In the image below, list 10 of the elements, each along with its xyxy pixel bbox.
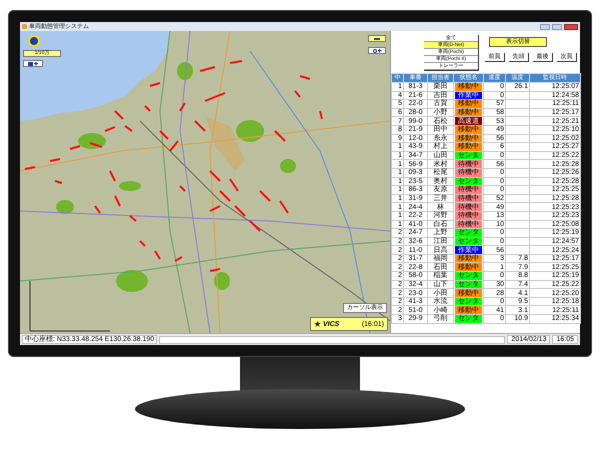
zoom-out-button[interactable] (368, 35, 386, 42)
zoom-in-button[interactable] (368, 47, 386, 54)
plus-icon (34, 62, 38, 66)
star-logo-icon (314, 320, 321, 328)
close-button[interactable] (564, 24, 578, 30)
app-icon (22, 24, 27, 29)
zoom-button[interactable] (23, 60, 43, 67)
plus-icon (378, 48, 382, 52)
search-icon (372, 48, 376, 52)
minus-icon (374, 38, 380, 40)
